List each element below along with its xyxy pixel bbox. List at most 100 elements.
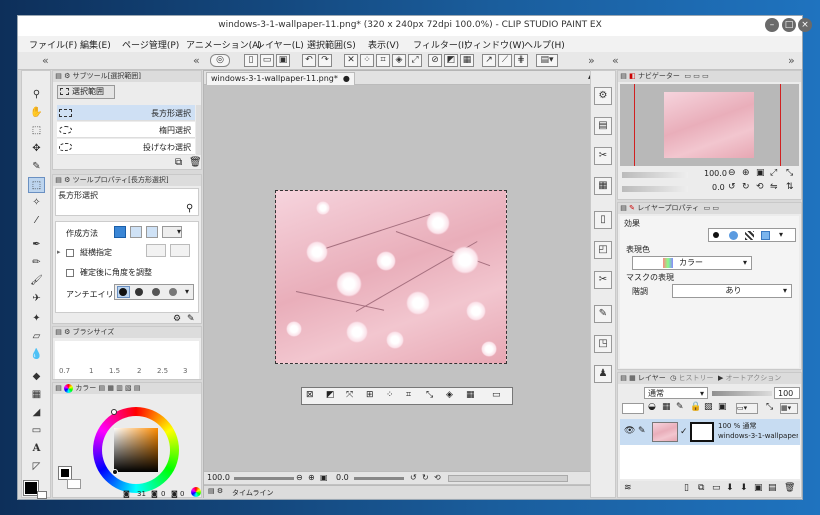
layer-mask-thumbnail[interactable] bbox=[690, 422, 714, 442]
blend-tool-icon[interactable]: 💧 bbox=[28, 347, 45, 363]
navigator-preview[interactable] bbox=[620, 84, 799, 166]
crop-selection-icon[interactable]: ⌗ bbox=[406, 390, 411, 400]
undo-icon[interactable]: ↶ bbox=[302, 54, 316, 67]
rotate-left-icon[interactable]: ↺ bbox=[410, 473, 417, 482]
settings-icon[interactable]: ✎ bbox=[187, 314, 195, 324]
invert-selection-icon[interactable]: ◩ bbox=[444, 54, 458, 67]
expand-selection-icon[interactable]: ⤧ bbox=[346, 390, 353, 400]
deselect-icon[interactable]: ⊘ bbox=[428, 54, 442, 67]
canvas-angle-value[interactable]: 0.0 bbox=[336, 473, 349, 482]
zoom-tool-icon[interactable]: ⚲ bbox=[28, 87, 45, 103]
search-icon[interactable]: ⚲ bbox=[186, 203, 193, 214]
tone-dropdown[interactable]: あり ▾ bbox=[672, 284, 792, 298]
nav-rotate-slider[interactable] bbox=[622, 186, 688, 192]
eyedrop-tool-icon[interactable]: ⁄ bbox=[28, 213, 45, 229]
menu-animation[interactable]: アニメーション(A) bbox=[186, 38, 262, 51]
clip-icon[interactable]: ◒ bbox=[648, 402, 656, 412]
material-tone-icon[interactable]: ▦ bbox=[594, 177, 612, 195]
color-sub-swatch[interactable] bbox=[67, 479, 81, 489]
subtool-group-button[interactable]: 選択範囲 bbox=[57, 85, 115, 99]
material-figure-icon[interactable]: ♟ bbox=[594, 365, 612, 383]
color-wheel[interactable] bbox=[93, 407, 179, 493]
layerprop-tab-label[interactable]: レイヤープロパティ bbox=[637, 204, 699, 212]
fill-tool-icon[interactable]: ◆ bbox=[28, 369, 45, 385]
new-folder-icon[interactable]: ▭ bbox=[712, 483, 721, 493]
layer-color-dropdown[interactable] bbox=[622, 403, 644, 414]
layer-property-icon[interactable]: ▯ bbox=[594, 211, 612, 229]
effect-tone-icon[interactable] bbox=[729, 231, 738, 240]
horizontal-scrollbar[interactable] bbox=[448, 475, 568, 482]
transfer-down-icon[interactable]: ⬇ bbox=[726, 483, 734, 493]
color-picker-cursor[interactable] bbox=[112, 469, 118, 475]
tone-selection-icon[interactable]: ▦ bbox=[466, 390, 475, 400]
layer-more-dropdown[interactable]: ▦▾ bbox=[780, 403, 798, 414]
menu-filter[interactable]: フィルター(I) bbox=[413, 38, 468, 51]
brushsize-value[interactable]: 1.5 bbox=[109, 367, 120, 375]
antialias-strong-icon[interactable] bbox=[169, 288, 177, 296]
canvas-image[interactable] bbox=[275, 190, 507, 364]
angle-checkbox[interactable] bbox=[66, 269, 74, 277]
document-tab[interactable]: windows-3-1-wallpaper-11.png* ● bbox=[206, 72, 355, 85]
balloon-tool-icon[interactable]: ◸ bbox=[28, 459, 45, 475]
delete-subtool-icon[interactable]: 🗑 bbox=[189, 157, 202, 168]
zoom-out-icon[interactable]: ⊖ bbox=[296, 473, 303, 482]
material-pen-icon[interactable]: ✎ bbox=[594, 305, 612, 323]
hand-tool-icon[interactable]: ✋ bbox=[28, 105, 45, 121]
subtool-item-rect[interactable]: 長方形選択 bbox=[57, 105, 195, 121]
clear-selection-icon[interactable]: ⁘ bbox=[386, 390, 394, 400]
figure-tool-icon[interactable]: ◢ bbox=[28, 405, 45, 421]
expand-right-icon[interactable]: » bbox=[588, 54, 595, 67]
aspect-checkbox[interactable] bbox=[66, 249, 74, 257]
nav-flip-h-icon[interactable]: ⇋ bbox=[770, 182, 778, 192]
combine-down-icon[interactable]: ⬇ bbox=[740, 483, 748, 493]
color-tab-label[interactable]: カラー bbox=[75, 384, 96, 392]
decoration-tool-icon[interactable]: ✦ bbox=[28, 311, 45, 327]
ruler-icon[interactable]: ⤡ bbox=[766, 402, 773, 412]
sub-color-swatch[interactable] bbox=[37, 491, 47, 499]
material-3d-icon[interactable]: ◳ bbox=[594, 335, 612, 353]
selection-tool-icon[interactable]: ⬚ bbox=[28, 177, 45, 193]
nav-angle-value[interactable]: 0.0 bbox=[712, 183, 725, 192]
open-file-icon[interactable]: ▭ bbox=[260, 54, 274, 67]
collapse-left-icon[interactable]: « bbox=[42, 54, 49, 67]
fill-selection-icon[interactable]: ◈ bbox=[446, 390, 453, 400]
new-selection-icon[interactable] bbox=[114, 226, 126, 238]
frame-tool-icon[interactable]: ▭ bbox=[28, 423, 45, 439]
material-pattern-icon[interactable]: ✂ bbox=[594, 147, 612, 165]
opacity-field[interactable]: 100 bbox=[774, 387, 800, 399]
navigator-tab-label[interactable]: ナビゲーター bbox=[638, 72, 680, 80]
text-tool-icon[interactable]: A bbox=[28, 441, 45, 457]
close-button[interactable]: × bbox=[798, 18, 812, 32]
title-bar[interactable]: windows-3-1-wallpaper-11.png* (320 x 240… bbox=[18, 16, 812, 36]
menu-help[interactable]: ヘルプ(H) bbox=[524, 38, 565, 51]
material-frame-icon[interactable]: ◰ bbox=[594, 241, 612, 259]
duplicate-subtool-icon[interactable]: ⧉ bbox=[175, 157, 182, 168]
rotate-slider[interactable] bbox=[354, 477, 404, 480]
subtool-item-ellipse[interactable]: 楕円選択 bbox=[57, 122, 195, 138]
auto-select-tool-icon[interactable]: ✧ bbox=[28, 195, 45, 211]
selection-frame-icon[interactable]: ▦ bbox=[460, 54, 474, 67]
clip-studio-icon[interactable]: ◎ bbox=[210, 54, 230, 67]
effect-selector[interactable]: ▾ bbox=[708, 228, 796, 242]
new-raster-layer-icon[interactable]: ▯ bbox=[684, 483, 689, 493]
layer-mask-dropdown[interactable]: ▭▾ bbox=[736, 403, 758, 414]
color-wheel-tab-icon[interactable] bbox=[64, 383, 74, 393]
mask-apply-icon[interactable]: ▤ bbox=[768, 483, 777, 493]
antialias-weak-icon[interactable] bbox=[135, 288, 143, 296]
pen-tool-icon[interactable]: ✒ bbox=[28, 237, 45, 253]
view-mode-dropdown[interactable]: ▤▾ bbox=[536, 54, 558, 67]
fill-icon[interactable]: ◈ bbox=[392, 54, 406, 67]
main-color-swatch[interactable] bbox=[23, 480, 39, 496]
opacity-slider[interactable] bbox=[712, 391, 772, 396]
panel-toggle-icon[interactable]: » bbox=[788, 54, 795, 67]
reset-rotate-icon[interactable]: ⟲ bbox=[434, 473, 441, 482]
nav-actual-size-icon[interactable]: ▣ bbox=[756, 168, 765, 178]
color-mode-icon[interactable] bbox=[191, 487, 201, 497]
collapse-right-icon[interactable]: « bbox=[612, 54, 619, 67]
menu-page[interactable]: ページ管理(P) bbox=[122, 38, 179, 51]
nav-zoom-in-icon[interactable]: ⊕ bbox=[742, 168, 750, 178]
brushsize-value[interactable]: 3 bbox=[183, 367, 187, 375]
color-expression-dropdown[interactable]: カラー ▾ bbox=[632, 256, 752, 270]
menu-window[interactable]: ウィンドウ(W) bbox=[464, 38, 525, 51]
effect-texture-icon[interactable] bbox=[745, 231, 754, 240]
